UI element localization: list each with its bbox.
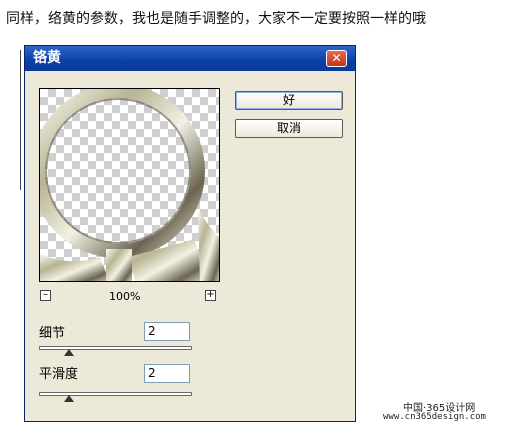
- detail-slider-thumb[interactable]: [64, 349, 74, 356]
- filter-preview[interactable]: [39, 88, 220, 282]
- chrome-filter-dialog: 铬黄 ✕ 好 取消 – 100% + 细节 2 平滑度 2: [24, 45, 356, 422]
- divider-line: [20, 50, 21, 190]
- zoom-level: 100%: [109, 290, 141, 303]
- tutorial-caption: 同样，络黄的参数，我也是随手调整的，大家不一定要按照一样的哦: [6, 11, 426, 27]
- detail-slider[interactable]: [39, 346, 192, 350]
- dialog-title-bar[interactable]: 铬黄 ✕: [25, 46, 355, 71]
- smoothness-slider[interactable]: [39, 392, 192, 396]
- detail-label: 细节: [39, 326, 66, 341]
- chrome-ring-preview-image: [40, 89, 219, 281]
- detail-input[interactable]: 2: [144, 322, 190, 341]
- close-button[interactable]: ✕: [326, 50, 347, 67]
- dialog-title: 铬黄: [33, 50, 61, 66]
- ok-button[interactable]: 好: [235, 91, 343, 110]
- close-icon: ✕: [331, 51, 342, 65]
- zoom-out-button[interactable]: –: [40, 290, 51, 301]
- watermark-url: www.cn365design.com: [383, 412, 486, 422]
- zoom-in-button[interactable]: +: [205, 290, 216, 301]
- cancel-button[interactable]: 取消: [235, 119, 343, 138]
- smoothness-input[interactable]: 2: [144, 364, 190, 383]
- smoothness-slider-thumb[interactable]: [64, 395, 74, 402]
- smoothness-label: 平滑度: [39, 367, 79, 382]
